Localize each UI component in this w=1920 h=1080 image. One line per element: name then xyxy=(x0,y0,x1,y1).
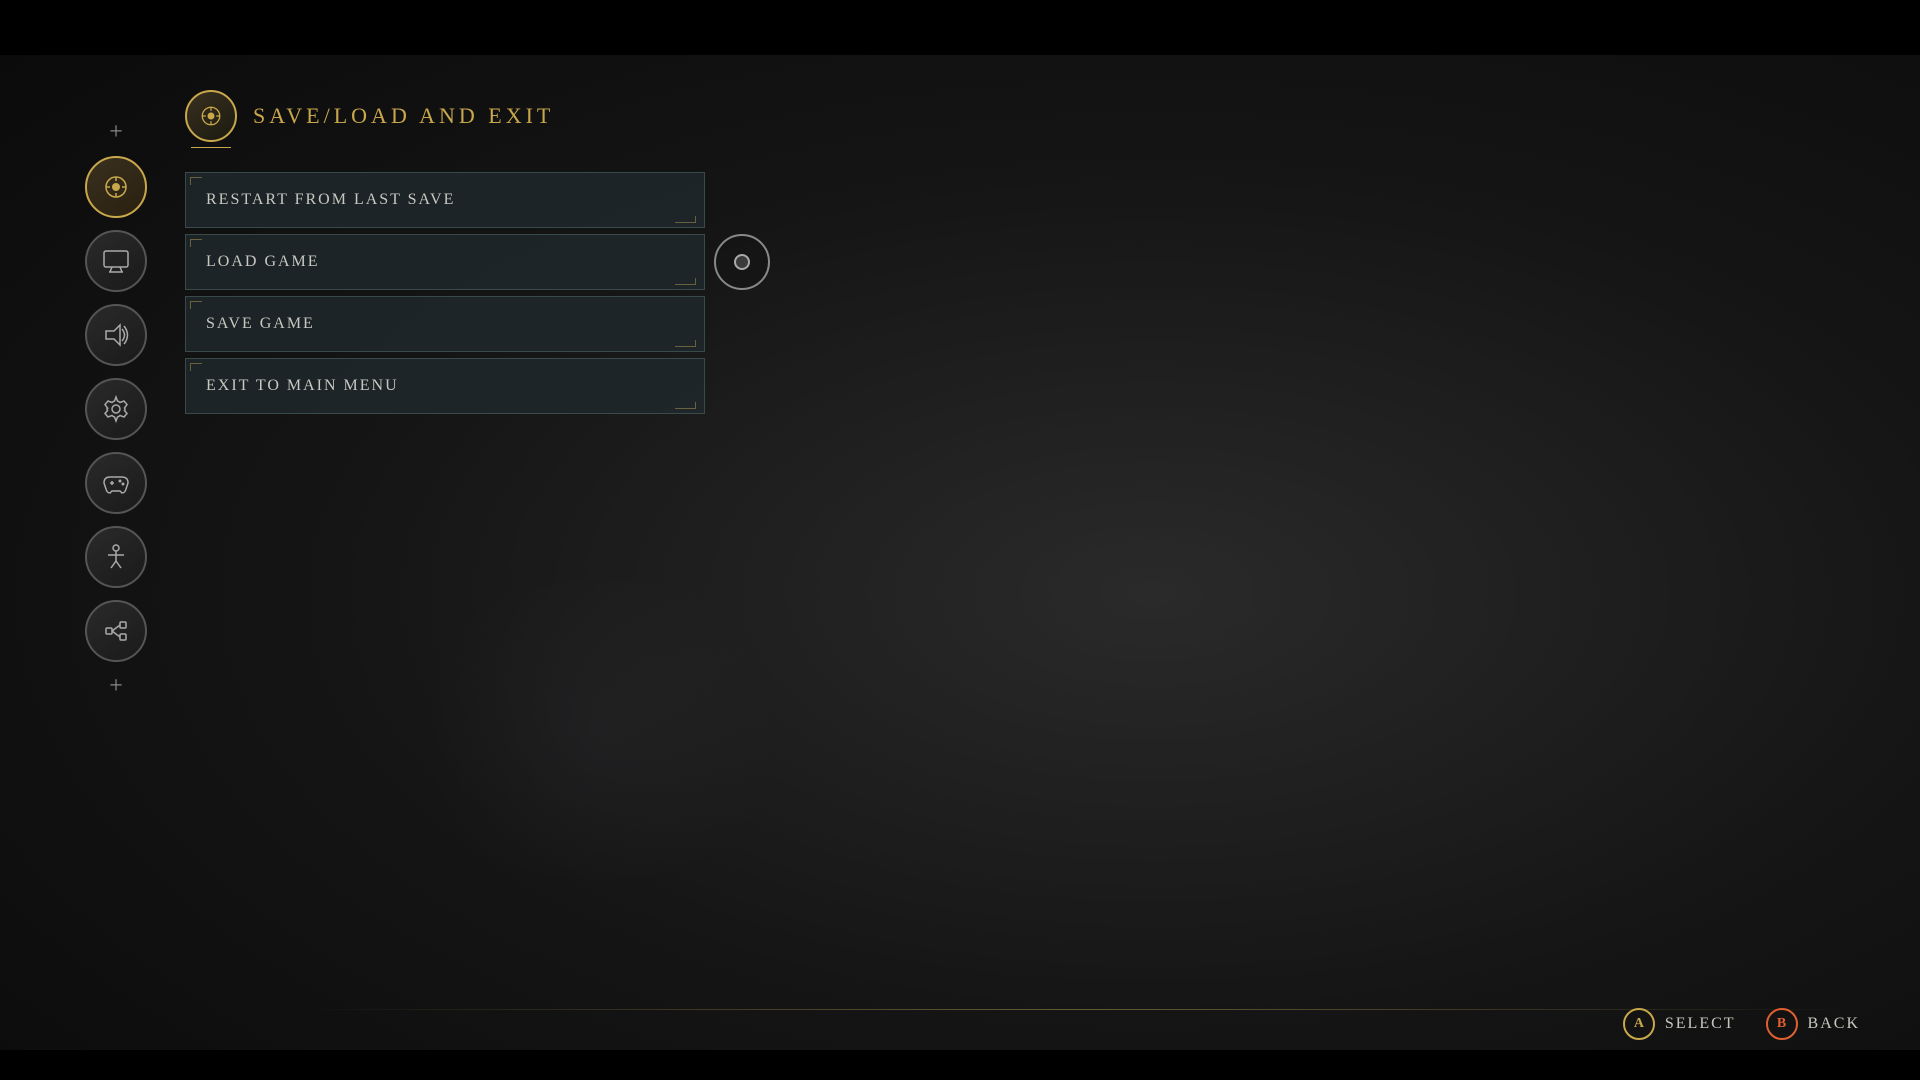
sidebar-item-display[interactable] xyxy=(85,230,147,292)
top-bar xyxy=(0,0,1920,55)
b-button: B xyxy=(1766,1008,1798,1040)
sidebar-item-save-load[interactable] xyxy=(85,156,147,218)
bottom-hud: A SELECT B BACK xyxy=(1623,1008,1860,1040)
menu-item-label: LOAD GAME xyxy=(206,253,320,271)
section-icon xyxy=(185,90,237,142)
menu-item-restart[interactable]: RESTART FROM LAST SAVE xyxy=(185,172,705,228)
main-content: SAVE/LOAD AND EXIT RESTART FROM LAST SAV… xyxy=(185,90,705,414)
select-label: SELECT xyxy=(1665,1015,1736,1033)
corner-ornament xyxy=(190,239,202,247)
sidebar: + xyxy=(85,120,147,698)
hud-select-action: A SELECT xyxy=(1623,1008,1736,1040)
menu-list: RESTART FROM LAST SAVE LOAD GAME SAVE GA… xyxy=(185,172,705,414)
menu-item-save[interactable]: SAVE GAME xyxy=(185,296,705,352)
selector-circle xyxy=(714,234,770,290)
bottom-bar xyxy=(0,1050,1920,1080)
hud-back-action: B BACK xyxy=(1766,1008,1860,1040)
sidebar-add-top[interactable]: + xyxy=(109,120,123,144)
selector-inner xyxy=(734,254,750,270)
corner-ornament xyxy=(190,301,202,309)
menu-item-label: EXIT TO MAIN MENU xyxy=(206,377,399,395)
menu-item-label: SAVE GAME xyxy=(206,315,315,333)
sidebar-add-bottom[interactable]: + xyxy=(109,674,123,698)
sidebar-item-network[interactable] xyxy=(85,600,147,662)
menu-item-exit[interactable]: EXIT TO MAIN MENU xyxy=(185,358,705,414)
menu-item-load[interactable]: LOAD GAME xyxy=(185,234,705,290)
page-title: SAVE/LOAD AND EXIT xyxy=(253,103,554,129)
menu-item-label: RESTART FROM LAST SAVE xyxy=(206,191,455,209)
corner-ornament xyxy=(190,363,202,371)
sidebar-item-settings[interactable] xyxy=(85,378,147,440)
sidebar-item-controller[interactable] xyxy=(85,452,147,514)
section-header: SAVE/LOAD AND EXIT xyxy=(185,90,705,142)
corner-ornament xyxy=(190,177,202,185)
a-button: A xyxy=(1623,1008,1655,1040)
back-label: BACK xyxy=(1808,1015,1860,1033)
sidebar-item-audio[interactable] xyxy=(85,304,147,366)
sidebar-item-accessibility[interactable] xyxy=(85,526,147,588)
